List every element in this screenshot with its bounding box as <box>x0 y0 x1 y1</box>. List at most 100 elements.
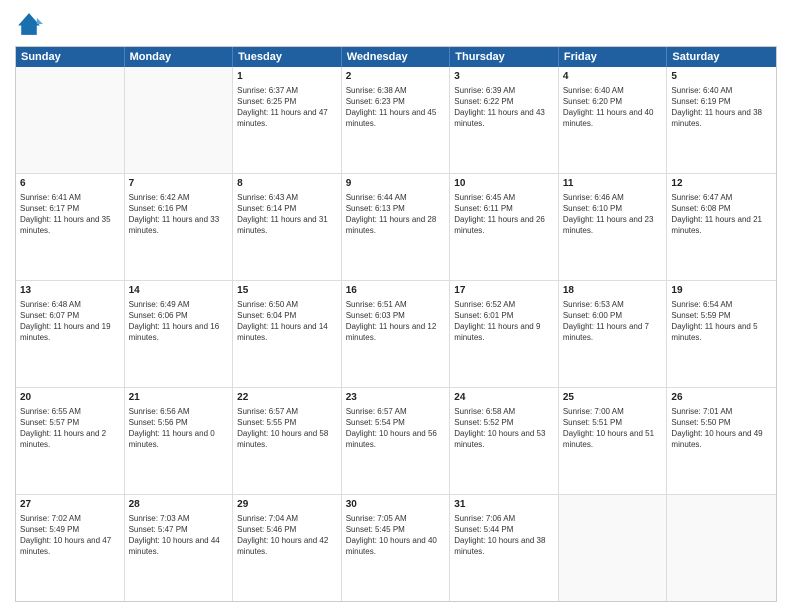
day-number: 21 <box>129 391 229 405</box>
day-number: 10 <box>454 177 554 191</box>
day-header-friday: Friday <box>559 47 668 67</box>
day-number: 7 <box>129 177 229 191</box>
cell-info: Sunrise: 6:46 AM Sunset: 6:10 PM Dayligh… <box>563 192 663 237</box>
day-cell-27: 27Sunrise: 7:02 AM Sunset: 5:49 PM Dayli… <box>16 495 125 601</box>
day-cell-23: 23Sunrise: 6:57 AM Sunset: 5:54 PM Dayli… <box>342 388 451 494</box>
day-cell-29: 29Sunrise: 7:04 AM Sunset: 5:46 PM Dayli… <box>233 495 342 601</box>
day-header-monday: Monday <box>125 47 234 67</box>
cell-info: Sunrise: 6:38 AM Sunset: 6:23 PM Dayligh… <box>346 85 446 130</box>
cell-info: Sunrise: 6:50 AM Sunset: 6:04 PM Dayligh… <box>237 299 337 344</box>
day-number: 6 <box>20 177 120 191</box>
cell-info: Sunrise: 6:44 AM Sunset: 6:13 PM Dayligh… <box>346 192 446 237</box>
day-cell-21: 21Sunrise: 6:56 AM Sunset: 5:56 PM Dayli… <box>125 388 234 494</box>
day-cell-15: 15Sunrise: 6:50 AM Sunset: 6:04 PM Dayli… <box>233 281 342 387</box>
day-number: 5 <box>671 70 772 84</box>
cell-info: Sunrise: 6:45 AM Sunset: 6:11 PM Dayligh… <box>454 192 554 237</box>
cell-info: Sunrise: 6:55 AM Sunset: 5:57 PM Dayligh… <box>20 406 120 451</box>
day-cell-26: 26Sunrise: 7:01 AM Sunset: 5:50 PM Dayli… <box>667 388 776 494</box>
day-cell-22: 22Sunrise: 6:57 AM Sunset: 5:55 PM Dayli… <box>233 388 342 494</box>
day-cell-28: 28Sunrise: 7:03 AM Sunset: 5:47 PM Dayli… <box>125 495 234 601</box>
day-number: 27 <box>20 498 120 512</box>
day-cell-3: 3Sunrise: 6:39 AM Sunset: 6:22 PM Daylig… <box>450 67 559 173</box>
empty-cell <box>125 67 234 173</box>
day-cell-2: 2Sunrise: 6:38 AM Sunset: 6:23 PM Daylig… <box>342 67 451 173</box>
day-number: 18 <box>563 284 663 298</box>
cell-info: Sunrise: 6:37 AM Sunset: 6:25 PM Dayligh… <box>237 85 337 130</box>
day-number: 23 <box>346 391 446 405</box>
day-cell-30: 30Sunrise: 7:05 AM Sunset: 5:45 PM Dayli… <box>342 495 451 601</box>
day-cell-20: 20Sunrise: 6:55 AM Sunset: 5:57 PM Dayli… <box>16 388 125 494</box>
day-number: 15 <box>237 284 337 298</box>
day-number: 13 <box>20 284 120 298</box>
cell-info: Sunrise: 6:57 AM Sunset: 5:55 PM Dayligh… <box>237 406 337 451</box>
day-cell-16: 16Sunrise: 6:51 AM Sunset: 6:03 PM Dayli… <box>342 281 451 387</box>
day-number: 26 <box>671 391 772 405</box>
page: SundayMondayTuesdayWednesdayThursdayFrid… <box>0 0 792 612</box>
day-cell-12: 12Sunrise: 6:47 AM Sunset: 6:08 PM Dayli… <box>667 174 776 280</box>
day-cell-9: 9Sunrise: 6:44 AM Sunset: 6:13 PM Daylig… <box>342 174 451 280</box>
cell-info: Sunrise: 6:58 AM Sunset: 5:52 PM Dayligh… <box>454 406 554 451</box>
cell-info: Sunrise: 6:40 AM Sunset: 6:20 PM Dayligh… <box>563 85 663 130</box>
cell-info: Sunrise: 7:05 AM Sunset: 5:45 PM Dayligh… <box>346 513 446 558</box>
day-header-saturday: Saturday <box>667 47 776 67</box>
cell-info: Sunrise: 6:57 AM Sunset: 5:54 PM Dayligh… <box>346 406 446 451</box>
day-number: 19 <box>671 284 772 298</box>
day-number: 30 <box>346 498 446 512</box>
cell-info: Sunrise: 6:49 AM Sunset: 6:06 PM Dayligh… <box>129 299 229 344</box>
day-number: 2 <box>346 70 446 84</box>
day-cell-19: 19Sunrise: 6:54 AM Sunset: 5:59 PM Dayli… <box>667 281 776 387</box>
day-header-wednesday: Wednesday <box>342 47 451 67</box>
day-number: 20 <box>20 391 120 405</box>
cell-info: Sunrise: 7:00 AM Sunset: 5:51 PM Dayligh… <box>563 406 663 451</box>
cell-info: Sunrise: 6:51 AM Sunset: 6:03 PM Dayligh… <box>346 299 446 344</box>
day-number: 1 <box>237 70 337 84</box>
day-number: 25 <box>563 391 663 405</box>
day-cell-13: 13Sunrise: 6:48 AM Sunset: 6:07 PM Dayli… <box>16 281 125 387</box>
day-number: 22 <box>237 391 337 405</box>
day-number: 3 <box>454 70 554 84</box>
day-cell-1: 1Sunrise: 6:37 AM Sunset: 6:25 PM Daylig… <box>233 67 342 173</box>
day-cell-31: 31Sunrise: 7:06 AM Sunset: 5:44 PM Dayli… <box>450 495 559 601</box>
cell-info: Sunrise: 6:54 AM Sunset: 5:59 PM Dayligh… <box>671 299 772 344</box>
calendar-row-3: 20Sunrise: 6:55 AM Sunset: 5:57 PM Dayli… <box>16 388 776 495</box>
cell-info: Sunrise: 6:47 AM Sunset: 6:08 PM Dayligh… <box>671 192 772 237</box>
day-cell-6: 6Sunrise: 6:41 AM Sunset: 6:17 PM Daylig… <box>16 174 125 280</box>
day-cell-24: 24Sunrise: 6:58 AM Sunset: 5:52 PM Dayli… <box>450 388 559 494</box>
cell-info: Sunrise: 7:04 AM Sunset: 5:46 PM Dayligh… <box>237 513 337 558</box>
day-cell-25: 25Sunrise: 7:00 AM Sunset: 5:51 PM Dayli… <box>559 388 668 494</box>
day-cell-17: 17Sunrise: 6:52 AM Sunset: 6:01 PM Dayli… <box>450 281 559 387</box>
calendar-row-4: 27Sunrise: 7:02 AM Sunset: 5:49 PM Dayli… <box>16 495 776 601</box>
day-cell-18: 18Sunrise: 6:53 AM Sunset: 6:00 PM Dayli… <box>559 281 668 387</box>
logo-icon <box>15 10 43 38</box>
cell-info: Sunrise: 6:40 AM Sunset: 6:19 PM Dayligh… <box>671 85 772 130</box>
day-number: 29 <box>237 498 337 512</box>
day-number: 4 <box>563 70 663 84</box>
day-number: 11 <box>563 177 663 191</box>
cell-info: Sunrise: 6:56 AM Sunset: 5:56 PM Dayligh… <box>129 406 229 451</box>
cell-info: Sunrise: 6:39 AM Sunset: 6:22 PM Dayligh… <box>454 85 554 130</box>
day-cell-14: 14Sunrise: 6:49 AM Sunset: 6:06 PM Dayli… <box>125 281 234 387</box>
cell-info: Sunrise: 7:06 AM Sunset: 5:44 PM Dayligh… <box>454 513 554 558</box>
day-cell-4: 4Sunrise: 6:40 AM Sunset: 6:20 PM Daylig… <box>559 67 668 173</box>
calendar-header: SundayMondayTuesdayWednesdayThursdayFrid… <box>16 47 776 67</box>
day-number: 8 <box>237 177 337 191</box>
day-header-sunday: Sunday <box>16 47 125 67</box>
day-header-thursday: Thursday <box>450 47 559 67</box>
cell-info: Sunrise: 7:02 AM Sunset: 5:49 PM Dayligh… <box>20 513 120 558</box>
calendar-body: 1Sunrise: 6:37 AM Sunset: 6:25 PM Daylig… <box>16 67 776 601</box>
day-header-tuesday: Tuesday <box>233 47 342 67</box>
day-number: 9 <box>346 177 446 191</box>
day-cell-7: 7Sunrise: 6:42 AM Sunset: 6:16 PM Daylig… <box>125 174 234 280</box>
cell-info: Sunrise: 7:01 AM Sunset: 5:50 PM Dayligh… <box>671 406 772 451</box>
day-number: 31 <box>454 498 554 512</box>
day-number: 14 <box>129 284 229 298</box>
day-cell-8: 8Sunrise: 6:43 AM Sunset: 6:14 PM Daylig… <box>233 174 342 280</box>
empty-cell <box>667 495 776 601</box>
empty-cell <box>559 495 668 601</box>
calendar-row-1: 6Sunrise: 6:41 AM Sunset: 6:17 PM Daylig… <box>16 174 776 281</box>
day-number: 12 <box>671 177 772 191</box>
calendar-row-2: 13Sunrise: 6:48 AM Sunset: 6:07 PM Dayli… <box>16 281 776 388</box>
day-cell-10: 10Sunrise: 6:45 AM Sunset: 6:11 PM Dayli… <box>450 174 559 280</box>
day-cell-11: 11Sunrise: 6:46 AM Sunset: 6:10 PM Dayli… <box>559 174 668 280</box>
logo <box>15 10 47 38</box>
